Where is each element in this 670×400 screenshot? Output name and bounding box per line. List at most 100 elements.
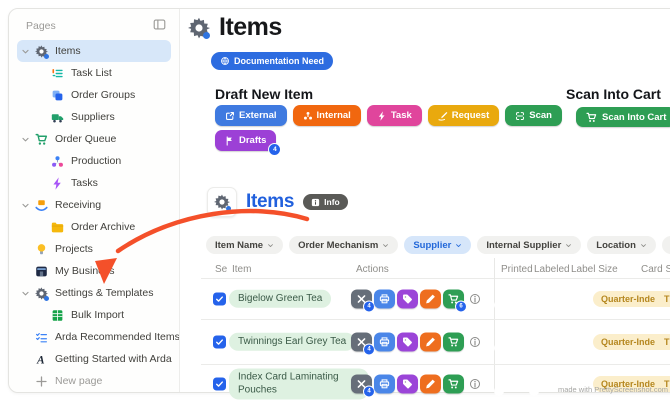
sidebar-item-bulk-import[interactable]: Bulk Import <box>17 304 171 326</box>
cart-count-badge: 6 <box>455 300 467 312</box>
row-info-icon[interactable] <box>469 336 481 348</box>
documentation-need-button[interactable]: Documentation Need <box>211 52 333 70</box>
writing-hand-icon <box>438 111 448 121</box>
receiving-icon <box>34 198 48 212</box>
sidebar-item-suppliers[interactable]: Suppliers <box>17 106 171 128</box>
row-checkbox[interactable] <box>213 378 226 391</box>
remove-button[interactable]: 4 <box>351 289 372 308</box>
sidebar-item-label: Order Groups <box>71 89 135 101</box>
sidebar-item-label: Receiving <box>55 199 101 211</box>
chevron-down-icon <box>455 242 462 249</box>
filter-internal-supplier[interactable]: Internal Supplier <box>477 236 581 254</box>
print-button[interactable] <box>374 332 395 351</box>
edit-button[interactable] <box>420 332 441 351</box>
sidebar-item-order-groups[interactable]: Order Groups <box>17 84 171 106</box>
chevron-down-icon[interactable] <box>21 135 34 144</box>
scan-into-cart-button[interactable]: Scan Into Cart <box>576 107 670 127</box>
sidebar-item-label: Bulk Import <box>71 309 124 321</box>
filter-item-name[interactable]: Item Name <box>206 236 283 254</box>
internal-button[interactable]: Internal <box>293 105 361 126</box>
row-actions: 4 6 <box>351 289 464 308</box>
draft-new-item-heading: Draft New Item <box>215 86 313 102</box>
add-to-cart-button[interactable] <box>443 375 464 394</box>
filter-item-type[interactable]: Item Type <box>662 236 670 254</box>
row-actions: 4 <box>351 375 464 394</box>
sidebar-item-projects[interactable]: Projects <box>17 238 171 260</box>
info-pill[interactable]: Info <box>303 194 348 210</box>
sidebar-item-tasks[interactable]: Tasks <box>17 172 171 194</box>
sidebar-item-label: Task List <box>71 67 112 79</box>
sidebar-item-production[interactable]: Production <box>17 150 171 172</box>
tag-icon <box>402 379 413 390</box>
sidebar-item-getting-started[interactable]: Getting Started with Arda <box>17 348 171 370</box>
chevron-down-icon[interactable] <box>21 201 34 210</box>
card-size-select[interactable]: Thir <box>656 291 670 307</box>
collapse-sidebar-icon[interactable] <box>153 18 166 34</box>
folder-icon <box>50 220 64 234</box>
chevron-down-icon[interactable] <box>21 47 34 56</box>
check-icon <box>215 337 224 346</box>
sidebar-item-task-list[interactable]: Task List <box>17 62 171 84</box>
card-size-select[interactable]: Thir <box>656 334 670 350</box>
sidebar-item-arda-recommended[interactable]: Arda Recommended Items <box>17 326 171 348</box>
add-to-cart-button[interactable]: 6 <box>443 289 464 308</box>
row-actions: 4 <box>351 332 464 351</box>
sidebar-item-order-archive[interactable]: Order Archive <box>17 216 171 238</box>
remove-button[interactable]: 4 <box>351 375 372 394</box>
storefront-icon <box>34 264 48 278</box>
column-header-select: Se <box>215 264 227 275</box>
label-button[interactable] <box>397 289 418 308</box>
sidebar-item-new-page[interactable]: New page <box>17 370 171 392</box>
request-button[interactable]: Request <box>428 105 499 126</box>
items-section-title: Items <box>246 191 294 213</box>
production-nodes-icon <box>50 154 64 168</box>
filter-bar: Item Name Order Mechanism Supplier Inter… <box>206 236 670 254</box>
edit-button[interactable] <box>420 375 441 394</box>
sidebar-item-label: New page <box>55 375 102 387</box>
drafts-button[interactable]: Drafts 4 <box>215 130 276 151</box>
sidebar-item-label: Production <box>71 155 121 167</box>
draft-buttons-row: External Internal Task Request Scan <box>215 105 562 126</box>
edit-button[interactable] <box>420 289 441 308</box>
pencil-icon <box>425 379 436 390</box>
filter-supplier[interactable]: Supplier <box>404 236 471 254</box>
sidebar-item-label: Projects <box>55 243 93 255</box>
sidebar-item-settings-templates[interactable]: Settings & Templates <box>17 282 171 304</box>
external-button[interactable]: External <box>215 105 287 126</box>
print-button[interactable] <box>374 375 395 394</box>
flag-icon <box>225 136 235 146</box>
row-info-icon[interactable] <box>469 293 481 305</box>
row-checkbox[interactable] <box>213 335 226 348</box>
sidebar-item-order-queue[interactable]: Order Queue <box>17 128 171 150</box>
sidebar-item-label: My Business <box>55 265 115 277</box>
sidebar-item-label: Arda Recommended Items <box>55 331 180 343</box>
page-header: Items <box>187 13 282 42</box>
task-button[interactable]: Task <box>367 105 422 126</box>
scan-into-cart-heading: Scan Into Cart <box>566 86 661 102</box>
column-header-actions: Actions <box>356 264 389 275</box>
label-button[interactable] <box>397 332 418 351</box>
sidebar-item-my-business[interactable]: My Business <box>17 260 171 282</box>
sidebar-item-label: Order Archive <box>71 221 135 233</box>
bolt-icon <box>50 176 64 190</box>
add-to-cart-button[interactable] <box>443 332 464 351</box>
scan-button[interactable]: Scan <box>505 105 562 126</box>
cart-icon <box>448 379 459 390</box>
print-button[interactable] <box>374 289 395 308</box>
filter-location[interactable]: Location <box>587 236 656 254</box>
item-name-tag[interactable]: Twinnings Earl Grey Tea <box>229 332 355 351</box>
table-row: Index Card Laminating Pouches 4 Quarter-… <box>201 364 670 400</box>
checklist-icon <box>34 330 48 344</box>
item-name-tag[interactable]: Index Card Laminating Pouches <box>229 369 369 400</box>
sidebar-item-receiving[interactable]: Receiving <box>17 194 171 216</box>
chevron-down-icon[interactable] <box>21 289 34 298</box>
label-button[interactable] <box>397 375 418 394</box>
row-info-icon[interactable] <box>469 378 481 390</box>
filter-order-mechanism[interactable]: Order Mechanism <box>289 236 398 254</box>
column-header-label-size: Label Size <box>571 264 618 275</box>
chevron-down-icon <box>267 242 274 249</box>
remove-button[interactable]: 4 <box>351 332 372 351</box>
item-name-tag[interactable]: Bigelow Green Tea <box>229 289 331 308</box>
sidebar-item-items[interactable]: Items <box>17 40 171 62</box>
row-checkbox[interactable] <box>213 292 226 305</box>
